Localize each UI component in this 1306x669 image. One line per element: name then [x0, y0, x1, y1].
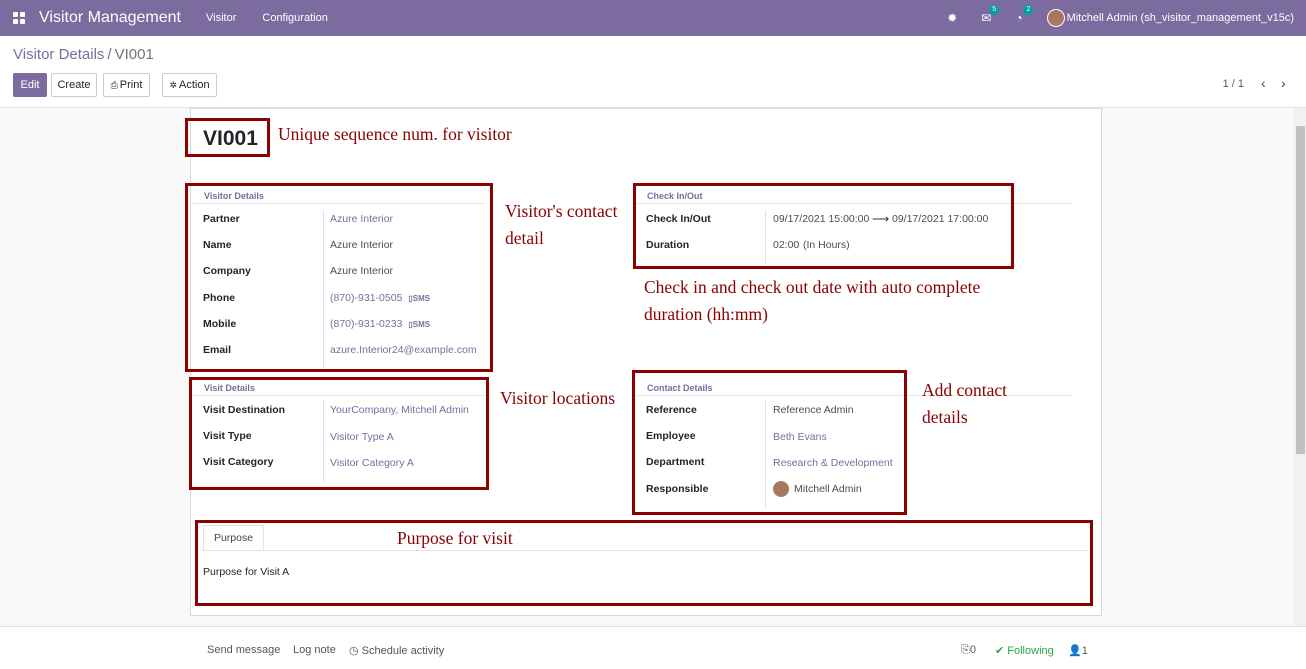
contact-details-highlight-box — [632, 370, 907, 515]
purpose-highlight-box — [195, 520, 1093, 606]
visit-details-highlight-box — [189, 377, 489, 490]
print-label: Print — [119, 79, 143, 91]
menu-visitor[interactable]: Visitor — [206, 12, 236, 24]
following-button[interactable]: ✔ Following — [995, 644, 1054, 657]
check-in-out-highlight-box — [633, 183, 1014, 269]
note-locations: Visitor locations — [500, 388, 616, 408]
chatter-bar: Send message Log note ◷ Schedule activit… — [0, 626, 1306, 669]
action-label: Action — [178, 79, 210, 91]
apps-menu-icon[interactable] — [13, 12, 26, 24]
check-icon: ✔ — [995, 645, 1005, 657]
control-panel: Visitor Details / VI001 Edit Create ⎙ Print… — [0, 36, 1306, 108]
breadcrumb-parent[interactable]: Visitor Details — [13, 46, 104, 63]
navbar-systray: ✹ ✉ 5 ◔ 2 Mitchell Admin (sh_visitor_manag… — [947, 0, 1294, 36]
edit-button[interactable]: Edit — [13, 73, 47, 97]
app-title[interactable]: Visitor Management — [39, 9, 181, 27]
pager-next-icon[interactable]: › — [1281, 75, 1286, 91]
user-avatar[interactable] — [1046, 9, 1065, 27]
sequence-highlight-box — [185, 118, 270, 157]
note-purpose: Purpose for visit — [397, 528, 513, 548]
visitor-details-highlight-box — [185, 183, 493, 372]
pager-value[interactable]: 1 / 1 — [1223, 78, 1244, 90]
note-add-contact-line2: details — [922, 407, 968, 427]
user-icon: 👤 — [1068, 645, 1082, 657]
menu-configuration[interactable]: Configuration — [262, 12, 327, 24]
print-icon: ⎙ — [110, 79, 118, 90]
pager-previous-icon[interactable]: ‹ — [1261, 75, 1266, 91]
following-label: Following — [1007, 645, 1054, 657]
breadcrumb: Visitor Details / VI001 — [13, 46, 154, 63]
paperclip-icon: ⎘ — [961, 644, 970, 656]
breadcrumb-separator: / — [107, 46, 112, 63]
breadcrumb-current: VI001 — [114, 46, 154, 63]
schedule-activity-label: Schedule activity — [361, 645, 445, 657]
clock-icon: ◷ — [349, 645, 359, 657]
activities-badge: 2 — [1023, 5, 1034, 15]
attachments-button[interactable]: ⎘0 — [961, 644, 976, 657]
note-checkinout-line1: Check in and check out date with auto co… — [644, 277, 981, 297]
note-checkinout-line2: duration (hh:mm) — [644, 304, 768, 324]
send-message-button[interactable]: Send message — [207, 644, 280, 656]
followers-count: 1 — [1081, 645, 1088, 657]
messages-badge: 5 — [989, 5, 1000, 15]
note-contact-line2: detail — [505, 228, 544, 248]
note-add-contact-line1: Add contact — [922, 380, 1008, 400]
log-note-button[interactable]: Log note — [293, 644, 336, 656]
note-contact-line1: Visitor's contact — [505, 201, 618, 221]
bug-icon[interactable]: ✹ — [947, 11, 957, 25]
attachments-count: 0 — [969, 644, 976, 656]
followers-button[interactable]: 👤1 — [1068, 644, 1088, 657]
note-sequence: Unique sequence num. for visitor — [278, 124, 512, 144]
create-button[interactable]: Create — [51, 73, 97, 97]
schedule-activity-button[interactable]: ◷ Schedule activity — [349, 644, 444, 657]
top-navbar: Visitor Management Visitor Configuration… — [0, 0, 1306, 36]
scrollbar-thumb[interactable] — [1296, 126, 1305, 454]
gear-icon: ✲ — [169, 79, 177, 90]
print-button[interactable]: ⎙ Print — [103, 73, 150, 97]
action-button[interactable]: ✲ Action — [162, 73, 217, 97]
activities-icon[interactable]: ◔ 2 — [1015, 5, 1034, 25]
user-menu[interactable]: Mitchell Admin (sh_visitor_management_v1… — [1067, 12, 1294, 24]
messages-icon[interactable]: ✉ 5 — [981, 5, 1000, 25]
